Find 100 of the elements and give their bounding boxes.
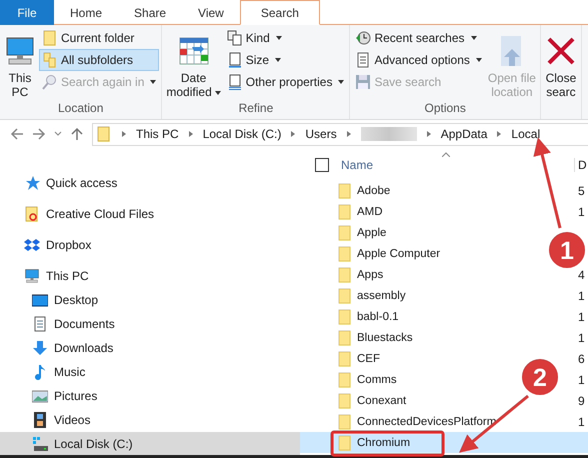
- breadcrumb[interactable]: AppData: [440, 127, 488, 141]
- file-row[interactable]: Comms: [300, 369, 515, 390]
- file-row[interactable]: Adobe: [300, 180, 515, 201]
- sidebar-item[interactable]: This PC: [0, 264, 300, 288]
- up-arrow-icon[interactable]: [70, 127, 84, 141]
- address-bar[interactable]: This PC Local Disk (C:) Users AppData Local: [92, 122, 588, 146]
- file-row[interactable]: Chromium: [300, 432, 588, 453]
- file-name: Adobe: [357, 184, 390, 196]
- file-row[interactable]: babl-0.1: [300, 306, 515, 327]
- down-arrow-icon: [32, 340, 48, 356]
- sidebar-item[interactable]: Quick access: [0, 171, 300, 195]
- back-arrow-icon[interactable]: [10, 127, 24, 141]
- chevron-right-icon: [188, 131, 193, 137]
- file-name: babl-0.1: [357, 310, 399, 322]
- file-row[interactable]: CEF: [300, 348, 515, 369]
- sidebar-item[interactable]: Desktop: [0, 288, 300, 312]
- document-icon: [226, 52, 243, 68]
- sidebar-item[interactable]: Local Disk (C:): [0, 432, 300, 456]
- sidebar-item[interactable]: Creative Cloud Files: [0, 202, 300, 226]
- sidebar-item[interactable]: Documents: [0, 312, 300, 336]
- group-label: Refine: [238, 101, 274, 117]
- ribbon-button[interactable]: Kind: [224, 27, 348, 49]
- file-row[interactable]: Bluestacks: [300, 327, 515, 348]
- folder-icon: [337, 224, 353, 240]
- file-tab[interactable]: File: [0, 0, 54, 25]
- file-name: Comms: [357, 374, 397, 386]
- ribbon-button[interactable]: Date modified: [164, 27, 223, 101]
- sidebar-item[interactable]: Music: [0, 360, 300, 384]
- folder-icon: [42, 30, 58, 46]
- forward-arrow-icon[interactable]: [32, 127, 46, 141]
- table-cell-text: 9: [578, 394, 586, 408]
- file-name: Apple Computer: [357, 248, 440, 260]
- ribbon-button[interactable]: Size: [224, 49, 348, 71]
- file-row[interactable]: Apple Computer: [300, 243, 515, 264]
- ribbon-button[interactable]: Close searc: [542, 27, 579, 119]
- file-row[interactable]: Apps: [300, 264, 515, 285]
- chevron-down-icon[interactable]: [54, 131, 62, 137]
- document-icon: [32, 316, 48, 332]
- number-badge: 1: [547, 230, 587, 270]
- number-badge: 2: [520, 357, 560, 397]
- chevron-right-icon: [346, 131, 351, 137]
- folder-icon: [337, 330, 353, 346]
- folder-icon: [96, 126, 112, 142]
- folder-icon: [337, 414, 353, 430]
- file-name: Bluestacks: [357, 332, 413, 344]
- sidebar-item[interactable]: Pictures: [0, 384, 300, 408]
- ribbon-button[interactable]: Other properties: [224, 71, 348, 93]
- document-icon: [226, 74, 243, 90]
- file-row[interactable]: ConnectedDevicesPlatform: [300, 411, 515, 432]
- group-label: Location: [57, 101, 104, 117]
- folder-icon: [337, 372, 353, 388]
- ribbon-tab[interactable]: View: [182, 0, 240, 25]
- calendar-icon: [178, 35, 210, 67]
- folder-icon: [337, 246, 353, 262]
- breadcrumb[interactable]: Local Disk (C:): [202, 127, 282, 141]
- breadcrumb[interactable]: Users: [305, 127, 337, 141]
- breadcrumb[interactable]: Local: [511, 127, 540, 141]
- caret-icon: [275, 58, 282, 62]
- ribbon-button[interactable]: All subfolders: [39, 49, 160, 71]
- sidebar-item[interactable]: Videos: [0, 408, 300, 432]
- table-cell-text: 4: [578, 268, 586, 282]
- ribbon-tab[interactable]: Search: [240, 0, 320, 25]
- file-row[interactable]: assembly: [300, 285, 515, 306]
- dropbox-icon: [24, 237, 40, 253]
- file-row[interactable]: Apple: [300, 222, 515, 243]
- picture-icon: [32, 388, 48, 404]
- desktop-icon: [32, 292, 48, 308]
- folder-icon: [337, 266, 353, 282]
- select-all-checkbox[interactable]: [315, 158, 329, 172]
- ribbon-button[interactable]: This PC: [2, 27, 38, 101]
- table-cell-text: 6: [578, 352, 586, 366]
- column-header[interactable]: D: [574, 158, 588, 172]
- folder-icon: [337, 288, 353, 304]
- column-header[interactable]: Name: [341, 158, 574, 172]
- search-icon: [42, 74, 58, 90]
- ribbon-tab[interactable]: Home: [54, 0, 118, 25]
- folder-icon: [337, 392, 353, 408]
- sidebar-item[interactable]: Dropbox: [0, 233, 300, 257]
- table-cell-text: 1: [578, 372, 586, 386]
- file-name: Conexant: [357, 394, 406, 406]
- caret-icon: [150, 80, 156, 84]
- ribbon-button[interactable]: Recent searches: [352, 27, 485, 49]
- file-row[interactable]: Conexant: [300, 390, 515, 411]
- file-row[interactable]: AMD: [300, 201, 515, 222]
- sidebar-item[interactable]: Downloads: [0, 336, 300, 360]
- ribbon-button[interactable]: Advanced options: [352, 49, 485, 71]
- blurred-breadcrumb: [360, 127, 417, 141]
- table-cell-text: 1: [578, 310, 586, 324]
- documents-icon: [226, 30, 243, 46]
- ribbon-tab[interactable]: Share: [118, 0, 182, 25]
- film-strip-icon: [32, 412, 48, 428]
- breadcrumb[interactable]: This PC: [136, 127, 179, 141]
- star-icon: [24, 175, 40, 191]
- list-document-icon: [355, 52, 372, 68]
- file-name: AMD: [357, 206, 383, 218]
- file-name: assembly: [357, 290, 406, 302]
- ribbon-button[interactable]: Current folder: [39, 27, 160, 49]
- folder-icon: [337, 204, 353, 220]
- caret-icon: [476, 58, 482, 62]
- folder-icon: [337, 434, 353, 450]
